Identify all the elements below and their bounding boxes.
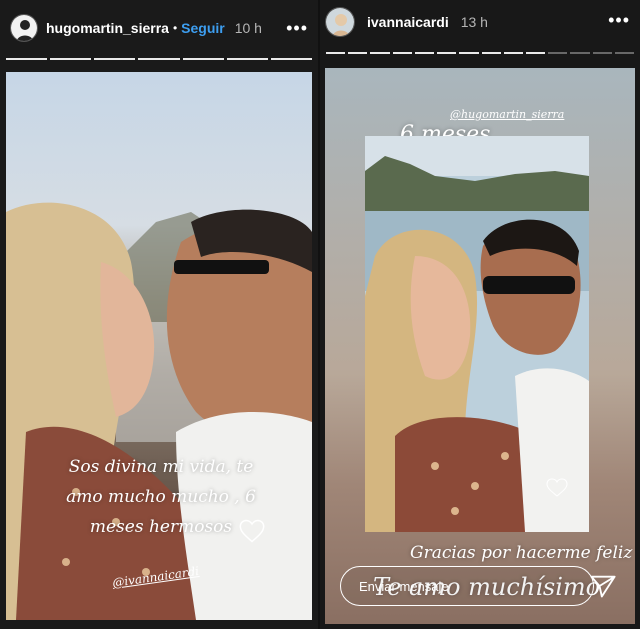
- progress-segment: [614, 52, 635, 54]
- story-media[interactable]: @hugomartin_sierra 6 meses Gracias por h…: [325, 68, 635, 624]
- more-options-icon[interactable]: •••: [608, 10, 630, 31]
- mention-sticker[interactable]: @hugomartin_sierra: [450, 108, 564, 121]
- follow-button[interactable]: Seguir: [181, 20, 225, 36]
- story-left: hugomartin_sierra • Seguir 10 h ••• Sos …: [0, 0, 318, 629]
- separator-dot: •: [172, 21, 178, 35]
- caption-line: Sos divina mi vida, te: [68, 457, 254, 477]
- avatar[interactable]: [325, 7, 355, 37]
- progress-segment: [94, 58, 136, 60]
- avatar-image: [326, 8, 354, 36]
- username[interactable]: ivannaicardi: [367, 14, 449, 30]
- progress-segment: [370, 52, 390, 54]
- username[interactable]: hugomartin_sierra: [46, 20, 169, 36]
- progress-segment: [592, 52, 612, 54]
- progress-segment: [50, 58, 92, 60]
- progress-segment: [437, 52, 457, 54]
- progress-segment: [392, 52, 412, 54]
- message-placeholder: Enviar mensaje: [359, 578, 449, 594]
- progress-segment: [481, 52, 501, 54]
- progress-segment: [6, 58, 48, 60]
- timestamp: 13 h: [460, 14, 488, 30]
- more-options-icon[interactable]: •••: [286, 18, 308, 39]
- progress-segment: [326, 52, 346, 54]
- story-photo: [365, 136, 589, 532]
- avatar-image: [11, 15, 37, 41]
- avatar[interactable]: [10, 14, 38, 42]
- message-input[interactable]: Enviar mensaje: [340, 566, 594, 606]
- story-progress-bar: [326, 52, 635, 54]
- story-progress-bar: [6, 58, 312, 60]
- progress-segment: [138, 58, 180, 60]
- heart-icon: [239, 519, 265, 543]
- story-media[interactable]: Sos divina mi vida, te amo mucho mucho ,…: [6, 72, 312, 620]
- progress-segment: [270, 58, 312, 60]
- story-right: ivannaicardi 13 h ••• @hugomartin_sierra…: [320, 0, 640, 629]
- story-header: ivannaicardi 13 h •••: [320, 0, 640, 44]
- progress-segment: [570, 52, 590, 54]
- send-icon[interactable]: [588, 572, 618, 600]
- caption-line: amo mucho mucho , 6: [66, 487, 256, 507]
- progress-segment: [548, 52, 568, 54]
- story-header: hugomartin_sierra • Seguir 10 h •••: [0, 0, 318, 56]
- progress-segment: [503, 52, 523, 54]
- progress-segment: [414, 52, 435, 54]
- timestamp: 10 h: [234, 20, 262, 36]
- progress-segment: [226, 58, 268, 60]
- progress-segment: [182, 58, 224, 60]
- thanks-caption: Gracias por hacerme feliz: [410, 543, 633, 563]
- progress-segment: [459, 52, 479, 54]
- progress-segment: [348, 52, 368, 54]
- progress-segment: [525, 52, 546, 54]
